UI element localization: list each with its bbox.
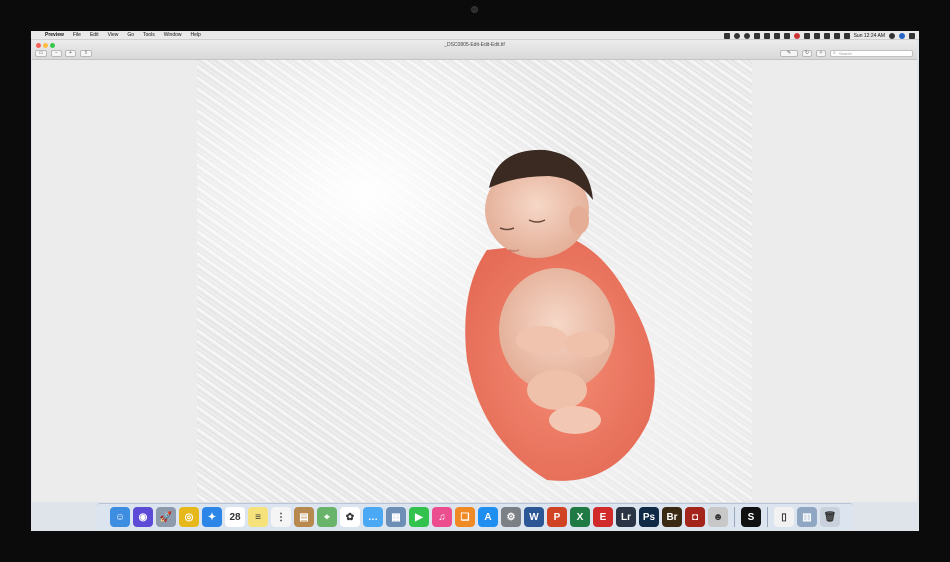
- reminders-icon[interactable]: ⋮: [271, 507, 291, 527]
- launchpad-icon[interactable]: 🚀: [156, 507, 176, 527]
- finder-icon[interactable]: ☺: [110, 507, 130, 527]
- trash-icon[interactable]: 🗑: [820, 507, 840, 527]
- facetime-icon[interactable]: ▶: [409, 507, 429, 527]
- zoom-in-button[interactable]: +: [65, 50, 76, 57]
- share-icon: ⇪: [83, 50, 89, 56]
- display-icon[interactable]: [813, 32, 820, 39]
- calendar-icon[interactable]: 28: [225, 507, 245, 527]
- wifi-icon[interactable]: [833, 32, 840, 39]
- backup-icon[interactable]: [783, 32, 790, 39]
- menu-item-go[interactable]: Go: [127, 32, 134, 38]
- image-capture-icon[interactable]: ▦: [386, 507, 406, 527]
- camera-icon: [471, 6, 478, 13]
- zoom-out-icon: −: [55, 50, 58, 56]
- share-button[interactable]: ⇪: [80, 50, 92, 57]
- bluetooth-icon[interactable]: [803, 32, 810, 39]
- word-icon[interactable]: W: [524, 507, 544, 527]
- sidebar-icon: ▭: [38, 50, 44, 56]
- screenflick-icon[interactable]: S: [741, 507, 761, 527]
- search-placeholder: Search: [839, 51, 852, 56]
- photo-content: [465, 149, 655, 481]
- siri-icon[interactable]: ◉: [133, 507, 153, 527]
- photo-booth-icon[interactable]: ◘: [685, 507, 705, 527]
- search-input[interactable]: ⌕ Search: [830, 50, 913, 57]
- dropbox-icon[interactable]: [753, 32, 760, 39]
- chrome-icon[interactable]: ◎: [179, 507, 199, 527]
- menu-item-window[interactable]: Window: [164, 32, 182, 38]
- dock: ☺ ◉ 🚀 ◎ ✦ 28 ≡ ⋮ ▤ ⌖ ✿… ▦ ▶ ♫ ❑ A ⚙ W P X E Lr Ps Br ◘ ☻ S ▯ ▥ 🗑: [97, 503, 853, 530]
- status-area: Sun 12:24 AM: [723, 31, 915, 40]
- siri-menu-icon[interactable]: [899, 32, 905, 39]
- document-icon[interactable]: ▯: [774, 507, 794, 527]
- preview-window: _DSC0805-Edit-Edit-Edit.tif ▭ − + ⇪ ✎ ↻ …: [32, 40, 917, 502]
- notes-icon[interactable]: ≡: [248, 507, 268, 527]
- zoom-in-icon: +: [69, 50, 72, 56]
- screen: Preview File Edit View Go Tools Window H…: [31, 31, 919, 531]
- creative-cloud-icon[interactable]: [743, 32, 750, 39]
- contacts-icon[interactable]: ▤: [294, 507, 314, 527]
- cloud-icon[interactable]: [733, 32, 740, 39]
- window-title: _DSC0805-Edit-Edit-Edit.tif: [444, 42, 505, 48]
- menu-item-preview[interactable]: Preview: [45, 32, 64, 38]
- safari-icon[interactable]: ✦: [202, 507, 222, 527]
- photoshop-icon[interactable]: Ps: [639, 507, 659, 527]
- system-preferences-icon[interactable]: ⚙: [501, 507, 521, 527]
- dock-separator: [734, 507, 735, 527]
- rotate-icon: ↻: [804, 50, 810, 56]
- shield-icon[interactable]: [773, 32, 780, 39]
- bridge-icon[interactable]: Br: [662, 507, 682, 527]
- menu-item-help[interactable]: Help: [191, 32, 201, 38]
- menu-item-tools[interactable]: Tools: [143, 32, 155, 38]
- location-icon[interactable]: [723, 32, 730, 39]
- preview-icon[interactable]: ▥: [797, 507, 817, 527]
- battery-icon[interactable]: [843, 32, 850, 39]
- dock-separator: [767, 507, 768, 527]
- gmail-icon[interactable]: [763, 32, 770, 39]
- maps-icon[interactable]: ⌖: [317, 507, 337, 527]
- toolbox-icon: ✧: [818, 50, 824, 56]
- menu-item-edit[interactable]: Edit: [90, 32, 99, 38]
- markup-button[interactable]: ✎: [780, 50, 798, 57]
- monitor-frame: Preview File Edit View Go Tools Window H…: [0, 0, 950, 562]
- menu-bar-clock[interactable]: Sun 12:24 AM: [854, 33, 885, 39]
- spotlight-icon[interactable]: [889, 32, 895, 39]
- excel-icon[interactable]: X: [570, 507, 590, 527]
- search-icon: ⌕: [833, 50, 836, 56]
- menu-item-view[interactable]: View: [108, 32, 119, 38]
- pen-icon: ✎: [786, 50, 792, 56]
- sidebar-toggle-button[interactable]: ▭: [35, 50, 47, 57]
- photos-icon[interactable]: ✿: [340, 507, 360, 527]
- app-store-icon[interactable]: A: [478, 507, 498, 527]
- automator-icon[interactable]: ☻: [708, 507, 728, 527]
- powerpoint-icon[interactable]: P: [547, 507, 567, 527]
- photo-newborn: [197, 60, 752, 502]
- notification-center-icon[interactable]: [909, 32, 915, 39]
- markup-toolbar-button[interactable]: ✧: [816, 50, 826, 57]
- document-canvas: [32, 60, 917, 502]
- ibooks-icon[interactable]: ❑: [455, 507, 475, 527]
- itunes-icon[interactable]: ♫: [432, 507, 452, 527]
- menu-bar: Preview File Edit View Go Tools Window H…: [31, 31, 919, 40]
- lightroom-icon[interactable]: Lr: [616, 507, 636, 527]
- messages-icon[interactable]: …: [363, 507, 383, 527]
- rotate-button[interactable]: ↻: [802, 50, 812, 57]
- menu-item-file[interactable]: File: [73, 32, 81, 38]
- zoom-out-button[interactable]: −: [51, 50, 62, 57]
- acrobat-icon[interactable]: E: [593, 507, 613, 527]
- record-icon[interactable]: [793, 32, 800, 39]
- volume-icon[interactable]: [823, 32, 830, 39]
- title-bar[interactable]: _DSC0805-Edit-Edit-Edit.tif ▭ − + ⇪ ✎ ↻ …: [32, 40, 917, 60]
